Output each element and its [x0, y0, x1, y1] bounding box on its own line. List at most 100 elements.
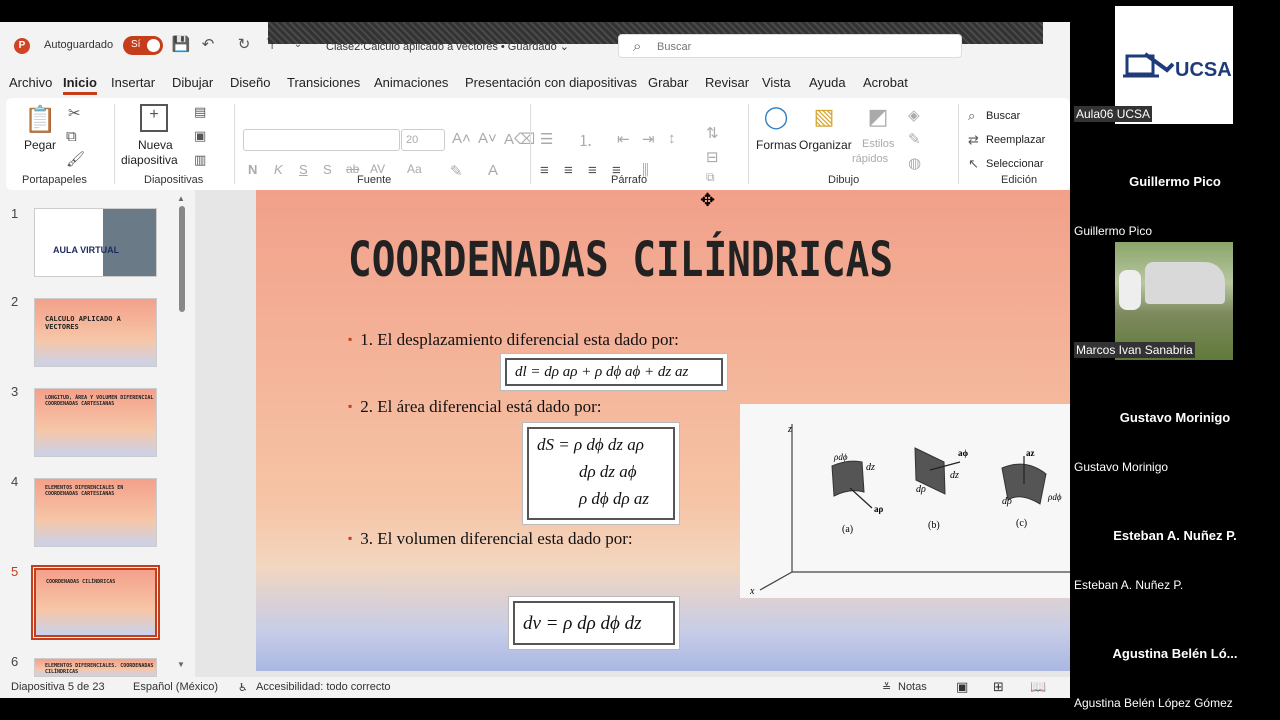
shadow-button[interactable]: S [323, 162, 332, 177]
thumbnails-scrollbar[interactable]: ▲ ▼ [177, 194, 187, 669]
thumb-number: 6 [11, 654, 19, 669]
cut-icon[interactable]: ✂ [68, 104, 81, 122]
tab-acrobat[interactable]: Acrobat [863, 75, 908, 90]
replace-icon[interactable]: ⇄ [968, 132, 979, 148]
autosave-toggle[interactable]: Sí [123, 36, 163, 55]
grow-font-icon[interactable]: A˄ [452, 130, 471, 147]
accessibility-icon[interactable]: ♿ [238, 681, 248, 694]
bold-button[interactable]: N [248, 162, 257, 177]
shapes-icon[interactable]: ◯ [762, 104, 790, 132]
tab-insertar[interactable]: Insertar [111, 75, 155, 90]
bullet-2[interactable]: 2. El área diferencial está dado por: [348, 397, 601, 417]
tab-archivo[interactable]: Archivo [9, 75, 52, 90]
scrollbar-thumb[interactable] [179, 206, 185, 312]
reset-icon[interactable]: ▣ [194, 128, 206, 144]
tab-dibujar[interactable]: Dibujar [172, 75, 213, 90]
select-icon[interactable]: ↖ [968, 156, 979, 172]
thumbnail-slide-1[interactable]: AULA VIRTUAL [34, 208, 157, 277]
participant-name-large: Guillermo Pico [1129, 174, 1221, 189]
differential-elements-figure[interactable]: z x ρdϕ dz aρ dz aϕ dρ az ρdϕ dρ (a) (b)… [740, 404, 1070, 598]
undo-icon[interactable]: ↶ [198, 35, 218, 55]
thumbnail-slide-6[interactable]: ELEMENTOS DIFERENCIALES. COORDENADAS CIL… [34, 658, 157, 677]
bullets-icon[interactable]: ☰ [540, 130, 553, 148]
section-icon[interactable]: ▥ [194, 152, 206, 168]
formula-ds-line-3: ρ dϕ dρ az [579, 489, 649, 508]
new-slide-icon[interactable]: + [140, 104, 168, 132]
search-box[interactable]: Buscar [618, 34, 962, 58]
font-size-select[interactable]: 20 [401, 129, 445, 151]
tab-ayuda[interactable]: Ayuda [809, 75, 846, 90]
highlight-icon[interactable]: ✎ [450, 162, 463, 180]
thumbnail-slide-3[interactable]: LONGITUD, ÁREA Y VOLUMEN DIFERENCIAL COO… [34, 388, 157, 457]
redo-icon[interactable]: ↻ [234, 35, 254, 55]
new-slide-label-1[interactable]: Nueva [138, 138, 173, 152]
format-painter-icon[interactable]: 🖌 [66, 150, 85, 168]
tab-transiciones[interactable]: Transiciones [287, 75, 360, 90]
increase-indent-icon[interactable]: ⇥ [642, 130, 655, 148]
notes-icon[interactable]: ≚ [882, 681, 891, 694]
quick-styles-label-1[interactable]: Estilos [862, 138, 894, 150]
shape-outline-icon[interactable]: ✎ [908, 130, 921, 148]
label-a-rho: aρ [874, 504, 884, 514]
find-button[interactable]: Buscar [986, 110, 1020, 122]
language-indicator[interactable]: Español (México) [133, 681, 218, 693]
numbering-icon[interactable]: ⒈ [578, 130, 593, 151]
slide-counter: Diapositiva 5 de 23 [11, 681, 105, 693]
quick-styles-icon[interactable]: ◩ [864, 104, 892, 132]
decrease-indent-icon[interactable]: ⇤ [617, 130, 630, 148]
arrange-icon[interactable]: ▧ [810, 104, 838, 132]
copy-icon[interactable]: ⧉ [66, 128, 77, 145]
accessibility-status[interactable]: Accesibilidad: todo correcto [256, 681, 391, 693]
scroll-up-icon[interactable]: ▲ [177, 194, 185, 203]
formula-dl-text: dl = dρ aρ + ρ dϕ aϕ + dz az [505, 358, 723, 386]
line-spacing-icon[interactable]: ↕ [668, 130, 676, 147]
new-slide-label-2[interactable]: diapositiva [121, 153, 178, 167]
select-button[interactable]: Seleccionar [986, 158, 1043, 170]
align-text-icon[interactable]: ⊟ [706, 148, 719, 166]
replace-button[interactable]: Reemplazar [986, 134, 1045, 146]
layout-icon[interactable]: ▤ [194, 104, 206, 120]
document-filename[interactable]: Clase2:Cálculo aplicado a vectores • Gua… [326, 40, 569, 53]
save-icon[interactable]: 💾 [171, 35, 191, 55]
slide-sorter-icon[interactable]: ⊞ [993, 679, 1004, 695]
tab-grabar[interactable]: Grabar [648, 75, 688, 90]
shape-effects-icon[interactable]: ◍ [908, 154, 921, 172]
shape-fill-icon[interactable]: ◈ [908, 106, 920, 124]
thumbnail-slide-4[interactable]: ELEMENTOS DIFERENCIALES EN COORDENADAS C… [34, 478, 157, 547]
tab-revisar[interactable]: Revisar [705, 75, 749, 90]
label-rho-dphi-c: ρdϕ [1047, 492, 1062, 502]
reading-view-icon[interactable]: 📖 [1030, 679, 1046, 695]
tab-presentacion[interactable]: Presentación con diapositivas [465, 75, 637, 90]
tab-diseno[interactable]: Diseño [230, 75, 270, 90]
align-left-icon[interactable]: ≡ [540, 162, 549, 179]
bullet-1[interactable]: 1. El desplazamiento diferencial esta da… [348, 330, 679, 350]
notes-button[interactable]: Notas [898, 681, 927, 693]
shrink-font-icon[interactable]: A˅ [478, 130, 497, 147]
font-color-icon[interactable]: A [488, 162, 498, 179]
label-a: (a) [842, 524, 853, 535]
paste-button[interactable]: Pegar [24, 138, 56, 152]
underline-button[interactable]: S [299, 162, 308, 177]
align-right-icon[interactable]: ≡ [588, 162, 597, 179]
italic-button[interactable]: K [274, 162, 283, 177]
paste-icon[interactable]: 📋 [24, 104, 56, 134]
tab-inicio[interactable]: Inicio [63, 75, 97, 95]
tab-animaciones[interactable]: Animaciones [374, 75, 448, 90]
text-direction-icon[interactable]: ⇅ [706, 124, 719, 142]
font-family-select[interactable] [243, 129, 400, 151]
normal-view-icon[interactable]: ▣ [956, 679, 968, 695]
thumbnail-slide-2[interactable]: CALCULO APLICADO A VECTORES [34, 298, 157, 367]
quick-styles-label-2[interactable]: rápidos [852, 153, 888, 165]
scroll-down-icon[interactable]: ▼ [177, 660, 185, 669]
change-case-icon[interactable]: Aa [407, 162, 422, 176]
find-icon[interactable]: ⌕ [968, 108, 975, 124]
thumbnail-slide-5[interactable]: COORDENADAS CILÍNDRICAS [31, 565, 160, 640]
tab-vista[interactable]: Vista [762, 75, 791, 90]
slide-title[interactable]: COORDENADAS CILÍNDRICAS [348, 232, 893, 288]
align-center-icon[interactable]: ≡ [564, 162, 573, 179]
bullet-3[interactable]: 3. El volumen diferencial esta dado por: [348, 529, 632, 549]
arrange-button[interactable]: Organizar [799, 138, 852, 152]
current-slide[interactable]: COORDENADAS CILÍNDRICAS 1. El desplazami… [256, 190, 1070, 671]
smartart-icon[interactable]: ⧉ [706, 170, 715, 185]
shapes-button[interactable]: Formas [756, 138, 797, 152]
